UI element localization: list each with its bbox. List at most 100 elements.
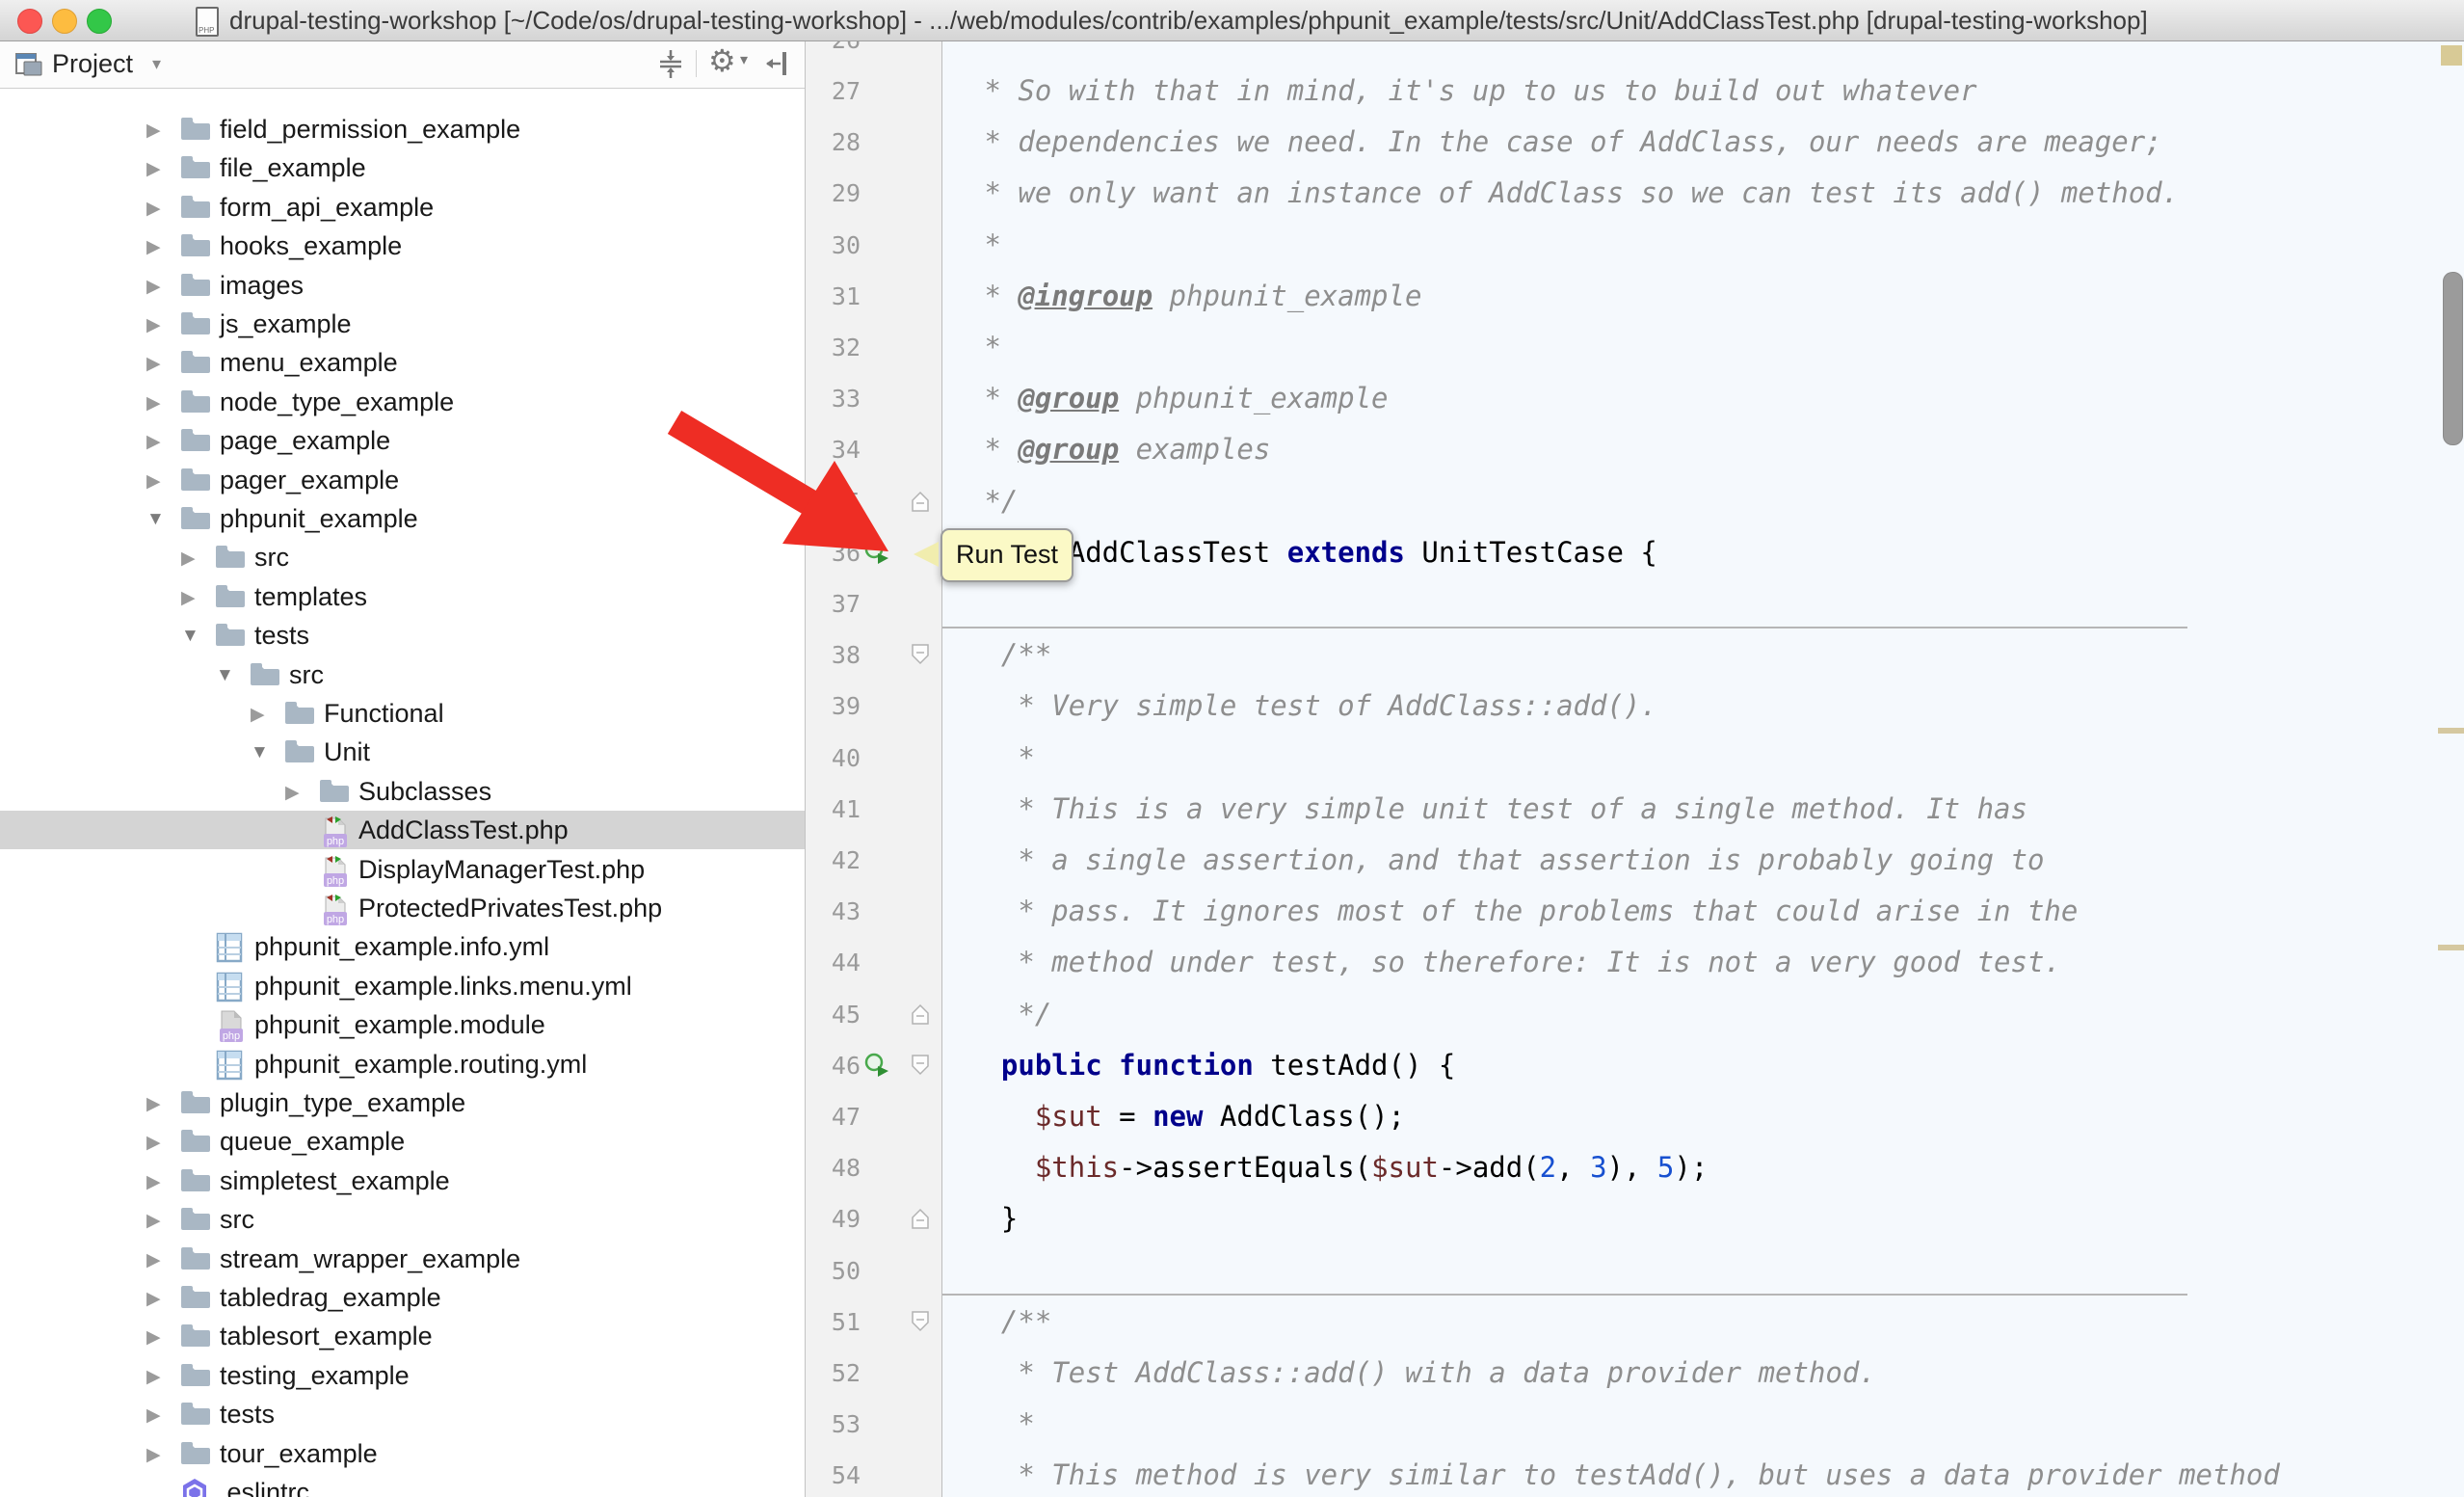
chevron-collapsed-icon[interactable]: ▶ <box>181 548 196 570</box>
chevron-collapsed-icon[interactable]: ▶ <box>146 1210 161 1232</box>
project-icon <box>15 50 42 77</box>
chevron-collapsed-icon[interactable]: ▶ <box>146 1366 161 1388</box>
chevron-collapsed-icon[interactable]: ▶ <box>146 198 161 220</box>
chevron-expanded-icon[interactable]: ▼ <box>216 665 234 686</box>
chevron-expanded-icon[interactable]: ▼ <box>251 742 269 763</box>
fold-down-icon[interactable] <box>911 1310 930 1338</box>
tree-item-tabledrag-example[interactable]: ▶tabledrag_example <box>0 1278 805 1317</box>
chevron-collapsed-icon[interactable]: ▶ <box>251 704 265 726</box>
gear-chevron-icon[interactable]: ▾ <box>740 50 748 69</box>
tree-item-addclasstest-php[interactable]: phpAddClassTest.php <box>0 811 805 849</box>
hide-panel-icon[interactable] <box>763 48 794 79</box>
tree-item-plugin-type-example[interactable]: ▶plugin_type_example <box>0 1083 805 1122</box>
tree-item-phpunit-example-links-menu-yml[interactable]: phpunit_example.links.menu.yml <box>0 967 805 1005</box>
chevron-collapsed-icon[interactable]: ▶ <box>146 353 161 375</box>
run-test-tooltip[interactable]: Run Test <box>941 528 1073 582</box>
tree-item--eslintrc[interactable]: .eslintrc <box>0 1473 805 1497</box>
tree-item-testing-example[interactable]: ▶testing_example <box>0 1356 805 1395</box>
tree-item-label: tablesort_example <box>220 1317 433 1355</box>
tree-item-displaymanagertest-php[interactable]: phpDisplayManagerTest.php <box>0 850 805 889</box>
minimize-window-button[interactable] <box>52 9 77 34</box>
folder-icon <box>283 736 316 770</box>
chevron-collapsed-icon[interactable]: ▶ <box>146 1288 161 1310</box>
tree-item-images[interactable]: ▶images <box>0 266 805 305</box>
tree-item-field-permission-example[interactable]: ▶field_permission_example <box>0 110 805 148</box>
tree-item-phpunit-example-info-yml[interactable]: phpunit_example.info.yml <box>0 927 805 966</box>
run-tooltip-notch <box>914 542 939 567</box>
chevron-collapsed-icon[interactable]: ▶ <box>146 236 161 258</box>
tree-item-tests[interactable]: ▼tests <box>0 616 805 655</box>
fold-down-icon[interactable] <box>911 643 930 671</box>
fold-up-icon[interactable] <box>911 490 930 518</box>
line-number-52: 52 <box>806 1348 861 1399</box>
chevron-collapsed-icon[interactable]: ▶ <box>146 1326 161 1349</box>
tree-item-tests[interactable]: ▶tests <box>0 1395 805 1433</box>
tree-item-node-type-example[interactable]: ▶node_type_example <box>0 383 805 421</box>
collapse-all-icon[interactable] <box>655 48 686 79</box>
tree-item-tablesort-example[interactable]: ▶ tablesort_example <box>0 1317 805 1355</box>
tree-item-src[interactable]: ▶src <box>0 1200 805 1239</box>
chevron-collapsed-icon[interactable]: ▶ <box>146 470 161 493</box>
tree-item-label: ProtectedPrivatesTest.php <box>358 889 662 927</box>
close-window-button[interactable] <box>17 9 42 34</box>
tree-item-queue-example[interactable]: ▶queue_example <box>0 1122 805 1161</box>
tree-item-src[interactable]: ▶src <box>0 538 805 576</box>
tree-item-protectedprivatestest-php[interactable]: phpProtectedPrivatesTest.php <box>0 889 805 927</box>
stripe-mark[interactable] <box>2438 945 2464 950</box>
editor-gutter: 2627282930313233343536373839404142434445… <box>806 40 942 1497</box>
run-test-gutter-icon[interactable] <box>863 1052 890 1083</box>
tree-item-hooks-example[interactable]: ▶hooks_example <box>0 227 805 265</box>
chevron-expanded-icon[interactable]: ▼ <box>146 509 165 530</box>
tree-item-js-example[interactable]: ▶js_example <box>0 305 805 343</box>
fold-up-icon[interactable] <box>911 1207 930 1235</box>
tree-item-label: Subclasses <box>358 772 491 811</box>
fold-down-icon[interactable] <box>911 1054 930 1082</box>
tree-item-templates[interactable]: ▶templates <box>0 577 805 616</box>
tree-item-pager-example[interactable]: ▶pager_example <box>0 461 805 499</box>
tree-item-page-example[interactable]: ▶page_example <box>0 421 805 460</box>
tree-item-file-example[interactable]: ▶file_example <box>0 148 805 187</box>
tree-item-form-api-example[interactable]: ▶form_api_example <box>0 188 805 227</box>
chevron-collapsed-icon[interactable]: ▶ <box>146 1404 161 1427</box>
chevron-collapsed-icon[interactable]: ▶ <box>146 314 161 336</box>
tree-item-src[interactable]: ▼src <box>0 655 805 694</box>
settings-gear-icon[interactable]: ⚙ <box>708 42 736 79</box>
editor-scrollbar-thumb[interactable] <box>2443 272 2463 445</box>
fold-up-icon[interactable] <box>911 1002 930 1030</box>
chevron-collapsed-icon[interactable]: ▶ <box>181 587 196 609</box>
inspection-status-square[interactable] <box>2441 45 2462 66</box>
stripe-mark[interactable] <box>2438 728 2464 734</box>
tree-item-subclasses[interactable]: ▶ Subclasses <box>0 772 805 811</box>
tree-item-unit[interactable]: ▼Unit <box>0 733 805 771</box>
code-line-42: * a single assertion, and that assertion… <box>967 835 2044 886</box>
zoom-window-button[interactable] <box>87 9 112 34</box>
tree-item-tour-example[interactable]: ▶tour_example <box>0 1434 805 1473</box>
chevron-collapsed-icon[interactable]: ▶ <box>146 276 161 298</box>
line-number-54: 54 <box>806 1450 861 1497</box>
chevron-expanded-icon[interactable]: ▼ <box>181 626 199 647</box>
tree-item-menu-example[interactable]: ▶menu_example <box>0 343 805 382</box>
line-number-49: 49 <box>806 1193 861 1244</box>
chevron-collapsed-icon[interactable]: ▶ <box>146 1249 161 1271</box>
tree-item-phpunit-example-module[interactable]: phpphpunit_example.module <box>0 1005 805 1044</box>
tree-item-simpletest-example[interactable]: ▶simpletest_example <box>0 1162 805 1200</box>
chevron-down-icon[interactable]: ▾ <box>152 40 161 88</box>
chevron-collapsed-icon[interactable]: ▶ <box>146 120 161 142</box>
chevron-collapsed-icon[interactable]: ▶ <box>146 1093 161 1115</box>
tree-item-functional[interactable]: ▶Functional <box>0 694 805 733</box>
folder-icon <box>179 230 212 264</box>
chevron-collapsed-icon[interactable]: ▶ <box>146 431 161 453</box>
chevron-collapsed-icon[interactable]: ▶ <box>146 392 161 414</box>
project-panel-title[interactable]: Project <box>52 40 133 88</box>
chevron-collapsed-icon[interactable]: ▶ <box>146 158 161 180</box>
chevron-collapsed-icon[interactable]: ▶ <box>146 1444 161 1466</box>
chevron-collapsed-icon[interactable]: ▶ <box>146 1132 161 1154</box>
chevron-collapsed-icon[interactable]: ▶ <box>285 782 300 804</box>
tree-item-stream-wrapper-example[interactable]: ▶stream_wrapper_example <box>0 1240 805 1278</box>
code-editor[interactable]: 2627282930313233343536373839404142434445… <box>806 40 2464 1497</box>
run-test-gutter-icon[interactable] <box>863 539 890 571</box>
chevron-collapsed-icon[interactable]: ▶ <box>146 1171 161 1193</box>
tree-item-phpunit-example[interactable]: ▼phpunit_example <box>0 499 805 538</box>
tree-item-phpunit-example-routing-yml[interactable]: phpunit_example.routing.yml <box>0 1045 805 1083</box>
svg-text:php: php <box>223 1030 240 1042</box>
